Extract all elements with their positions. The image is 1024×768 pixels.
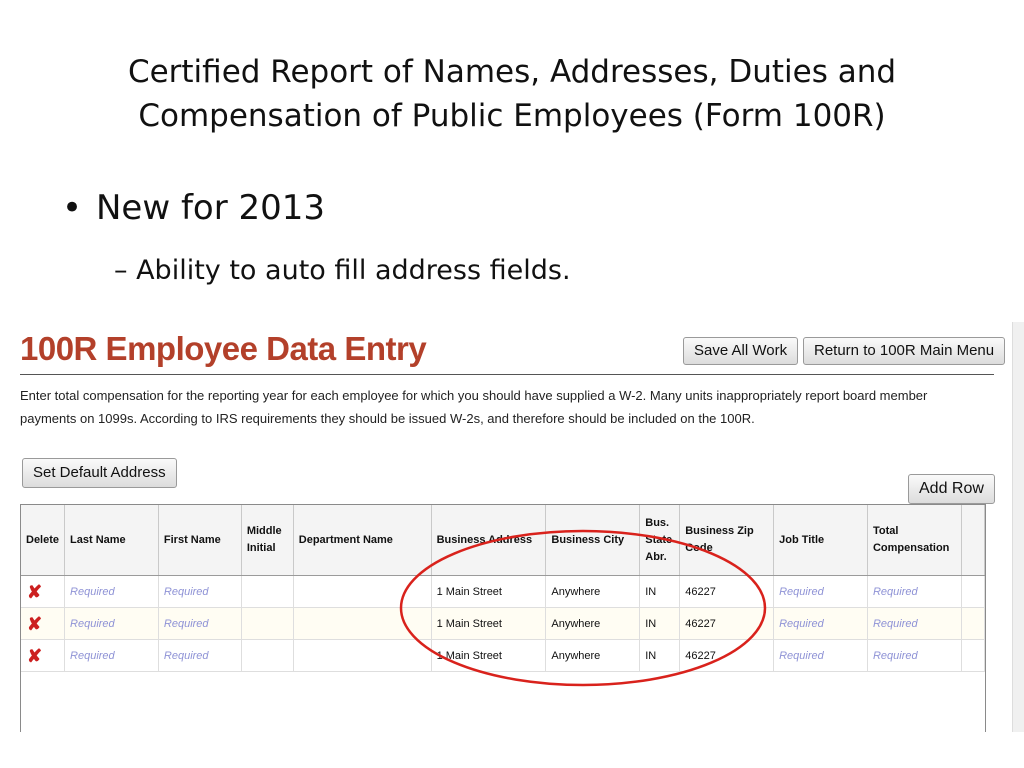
state-field[interactable]: IN (639, 575, 681, 608)
col-header-last-name[interactable]: Last Name (64, 505, 159, 576)
job-title-field[interactable]: Required (773, 575, 868, 608)
row-filler (961, 575, 986, 608)
state-field[interactable]: IN (639, 639, 681, 672)
delete-row-button[interactable]: ✘ (21, 607, 66, 640)
first-name-field[interactable]: Required (158, 607, 242, 640)
col-header-job-title[interactable]: Job Title (773, 505, 868, 576)
last-name-field[interactable]: Required (64, 639, 159, 672)
department-field[interactable] (293, 607, 432, 640)
bullet-new-for-2013: • New for 2013 (62, 188, 325, 228)
return-to-main-menu-button[interactable]: Return to 100R Main Menu (803, 337, 1006, 365)
col-header-state[interactable]: Bus. State Abr. (639, 505, 681, 576)
col-header-filler (961, 505, 986, 576)
col-header-delete: Delete (21, 505, 66, 576)
title-divider (20, 374, 994, 375)
row-filler (961, 607, 986, 640)
bullet-text: New for 2013 (96, 188, 326, 228)
business-city-field[interactable]: Anywhere (545, 607, 641, 640)
slide-title: Certified Report of Names, Addresses, Du… (127, 54, 897, 134)
business-city-field[interactable]: Anywhere (545, 575, 641, 608)
table-row: ✘ Required Required 1 Main Street Anywhe… (21, 607, 986, 640)
middle-initial-field[interactable] (241, 639, 294, 672)
compensation-field[interactable]: Required (867, 575, 962, 608)
first-name-field[interactable]: Required (158, 575, 242, 608)
col-header-total-compensation[interactable]: Total Compensation (867, 505, 962, 576)
col-header-middle-initial[interactable]: Middle Initial (241, 505, 294, 576)
last-name-field[interactable]: Required (64, 575, 159, 608)
department-field[interactable] (293, 575, 432, 608)
job-title-field[interactable]: Required (773, 607, 868, 640)
col-header-first-name[interactable]: First Name (158, 505, 242, 576)
vertical-scrollbar[interactable] (1012, 322, 1024, 732)
delete-x-icon[interactable]: ✘ (27, 614, 42, 634)
business-address-field[interactable]: 1 Main Street (431, 639, 547, 672)
app-screenshot: 100R Employee Data Entry Save All Work R… (0, 322, 1024, 732)
save-all-work-button[interactable]: Save All Work (683, 337, 799, 365)
employee-table: Delete Last Name First Name Middle Initi… (21, 505, 986, 672)
col-header-business-city[interactable]: Business City (545, 505, 641, 576)
col-header-zip[interactable]: Business Zip Code (679, 505, 775, 576)
add-row-button[interactable]: Add Row (908, 474, 995, 504)
table-header-row: Delete Last Name First Name Middle Initi… (21, 505, 986, 576)
employee-data-grid: Delete Last Name First Name Middle Initi… (20, 504, 986, 732)
col-header-business-address[interactable]: Business Address (431, 505, 547, 576)
job-title-field[interactable]: Required (773, 639, 868, 672)
compensation-field[interactable]: Required (867, 639, 962, 672)
instructions-text: Enter total compensation for the reporti… (20, 388, 928, 426)
compensation-field[interactable]: Required (867, 607, 962, 640)
zip-field[interactable]: 46227 (679, 575, 775, 608)
table-row: ✘ Required Required 1 Main Street Anywhe… (21, 639, 986, 672)
zip-field[interactable]: 46227 (679, 607, 775, 640)
page-title: 100R Employee Data Entry (20, 330, 427, 367)
bullet-dot-icon: • (62, 188, 83, 228)
subbullet-auto-fill: – Ability to auto fill address fields. (114, 255, 571, 286)
delete-row-button[interactable]: ✘ (21, 639, 66, 672)
state-field[interactable]: IN (639, 607, 681, 640)
delete-x-icon[interactable]: ✘ (27, 582, 42, 602)
table-row: ✘ Required Required 1 Main Street Anywhe… (21, 575, 986, 608)
business-address-field[interactable]: 1 Main Street (431, 575, 547, 608)
row-filler (961, 639, 986, 672)
last-name-field[interactable]: Required (64, 607, 159, 640)
delete-x-icon[interactable]: ✘ (27, 646, 42, 666)
business-address-field[interactable]: 1 Main Street (431, 607, 547, 640)
set-default-address-button[interactable]: Set Default Address (22, 458, 177, 488)
business-city-field[interactable]: Anywhere (545, 639, 641, 672)
middle-initial-field[interactable] (241, 607, 294, 640)
delete-row-button[interactable]: ✘ (21, 575, 66, 608)
zip-field[interactable]: 46227 (679, 639, 775, 672)
col-header-department[interactable]: Department Name (293, 505, 432, 576)
first-name-field[interactable]: Required (158, 639, 242, 672)
department-field[interactable] (293, 639, 432, 672)
middle-initial-field[interactable] (241, 575, 294, 608)
